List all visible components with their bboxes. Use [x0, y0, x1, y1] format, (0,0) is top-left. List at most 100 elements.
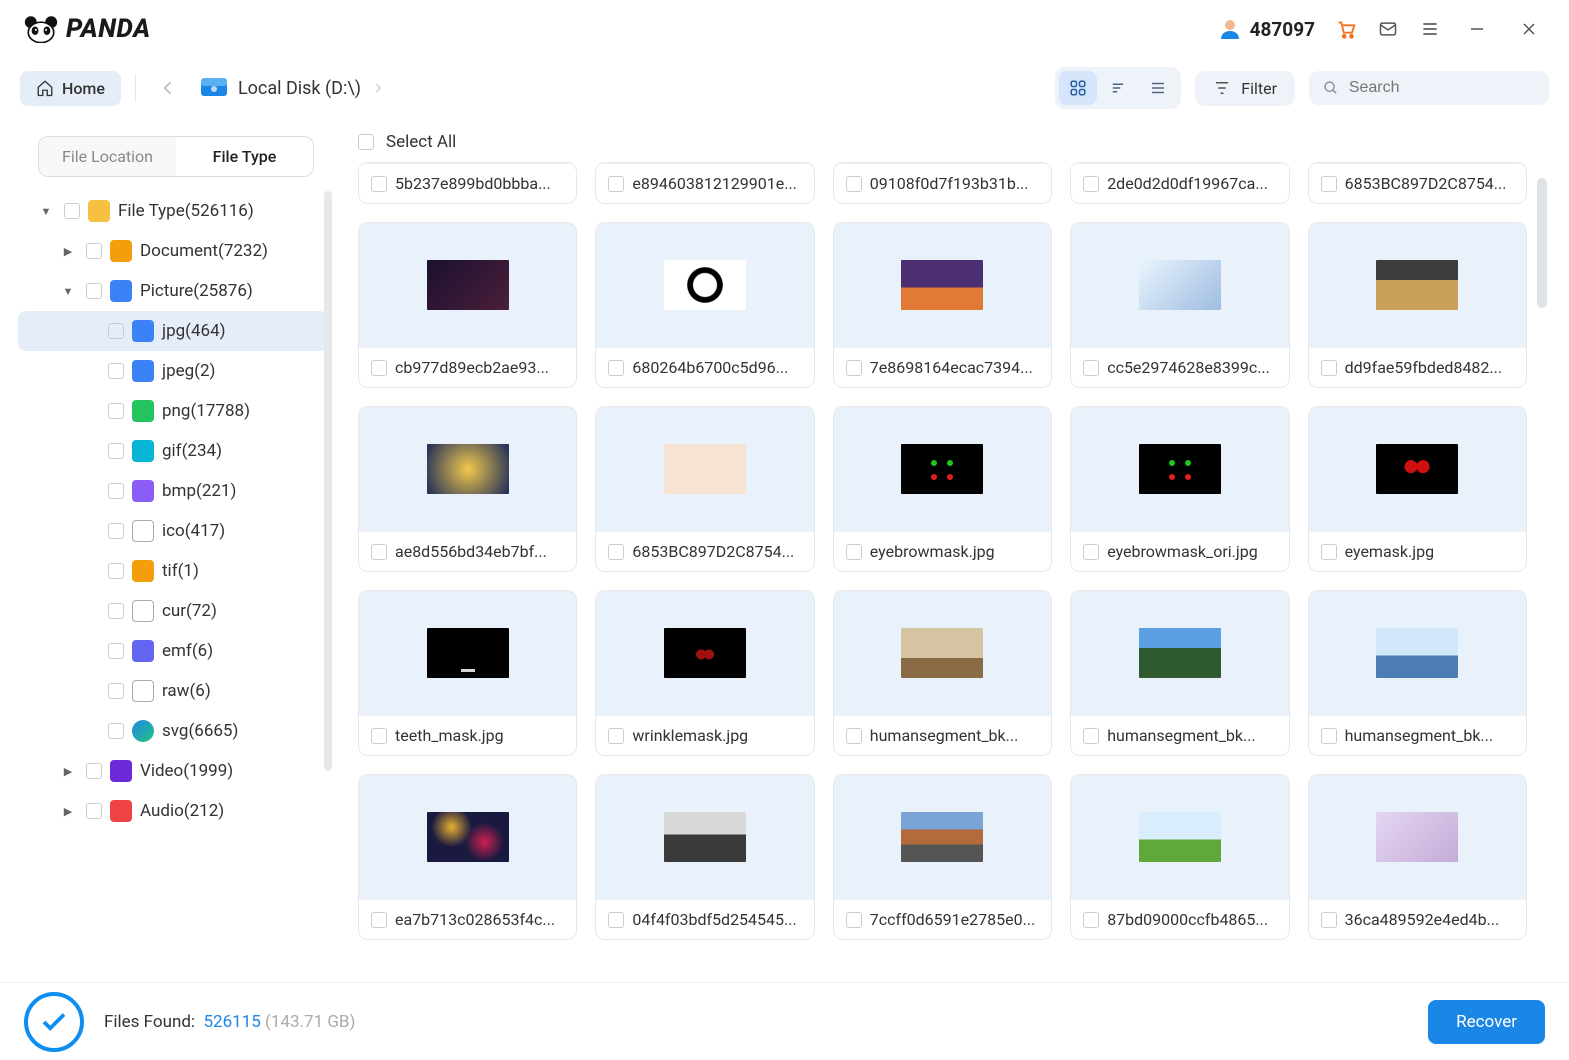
back-button[interactable] — [150, 70, 186, 106]
file-card[interactable]: ea7b713c028653f4c... — [358, 774, 577, 940]
tree-raw[interactable]: raw(6) — [18, 671, 328, 711]
file-checkbox[interactable] — [1083, 728, 1099, 744]
file-checkbox[interactable] — [846, 544, 862, 560]
file-card[interactable]: 680264b6700c5d96... — [595, 222, 814, 388]
tree-jpg[interactable]: jpg(464) — [18, 311, 328, 351]
checkbox[interactable] — [108, 563, 124, 579]
file-card[interactable]: cb977d89ecb2ae93... — [358, 222, 577, 388]
file-checkbox[interactable] — [608, 912, 624, 928]
close-button[interactable] — [1513, 13, 1545, 45]
file-card[interactable]: 6853BC897D2C8754... — [1308, 162, 1527, 204]
collapse-icon[interactable]: ▼ — [36, 205, 56, 218]
file-card[interactable]: dd9fae59fbded8482... — [1308, 222, 1527, 388]
user-badge[interactable]: 487097 — [1218, 17, 1315, 41]
file-card[interactable]: cc5e2974628e8399c... — [1070, 222, 1289, 388]
file-checkbox[interactable] — [371, 176, 387, 192]
checkbox[interactable] — [108, 403, 124, 419]
checkbox[interactable] — [108, 723, 124, 739]
view-grid-button[interactable] — [1059, 71, 1097, 105]
tree-document[interactable]: ▶ Document(7232) — [18, 231, 328, 271]
file-checkbox[interactable] — [371, 912, 387, 928]
file-checkbox[interactable] — [371, 728, 387, 744]
checkbox[interactable] — [108, 483, 124, 499]
home-button[interactable]: Home — [20, 71, 121, 106]
checkbox[interactable] — [64, 203, 80, 219]
file-checkbox[interactable] — [371, 360, 387, 376]
tree-video[interactable]: ▶ Video(1999) — [18, 751, 328, 791]
recover-button[interactable]: Recover — [1428, 1000, 1545, 1044]
checkbox[interactable] — [86, 803, 102, 819]
tree-jpeg[interactable]: jpeg(2) — [18, 351, 328, 391]
file-card[interactable]: humansegment_bk... — [1070, 590, 1289, 756]
sidebar-scrollbar[interactable] — [324, 191, 332, 771]
file-checkbox[interactable] — [1321, 728, 1337, 744]
tree-audio[interactable]: ▶ Audio(212) — [18, 791, 328, 831]
tab-file-location[interactable]: File Location — [39, 137, 176, 176]
minimize-button[interactable] — [1461, 13, 1493, 45]
collapse-icon[interactable]: ▼ — [58, 285, 78, 298]
cart-icon[interactable] — [1335, 18, 1357, 40]
file-card[interactable]: e894603812129901e... — [595, 162, 814, 204]
checkbox[interactable] — [86, 243, 102, 259]
file-checkbox[interactable] — [1083, 912, 1099, 928]
view-list-button[interactable] — [1139, 71, 1177, 105]
file-card[interactable]: 6853BC897D2C8754... — [595, 406, 814, 572]
file-checkbox[interactable] — [846, 728, 862, 744]
checkbox[interactable] — [108, 523, 124, 539]
menu-icon[interactable] — [1419, 18, 1441, 40]
file-checkbox[interactable] — [1083, 176, 1099, 192]
file-card[interactable]: 36ca489592e4ed4b... — [1308, 774, 1527, 940]
file-checkbox[interactable] — [1321, 912, 1337, 928]
tree-svg[interactable]: svg(6665) — [18, 711, 328, 751]
expand-icon[interactable]: ▶ — [58, 765, 78, 778]
checkbox[interactable] — [108, 683, 124, 699]
search-input[interactable] — [1349, 79, 1535, 97]
file-card[interactable]: eyemask.jpg — [1308, 406, 1527, 572]
file-checkbox[interactable] — [608, 176, 624, 192]
checkbox[interactable] — [108, 323, 124, 339]
main-scrollbar[interactable] — [1537, 178, 1547, 308]
file-card[interactable]: 87bd09000ccfb4865... — [1070, 774, 1289, 940]
file-card[interactable]: ae8d556bd34eb7bf... — [358, 406, 577, 572]
tree-cur[interactable]: cur(72) — [18, 591, 328, 631]
file-card[interactable]: 09108f0d7f193b31b... — [833, 162, 1052, 204]
tree-tif[interactable]: tif(1) — [18, 551, 328, 591]
mail-icon[interactable] — [1377, 18, 1399, 40]
file-card[interactable]: humansegment_bk... — [833, 590, 1052, 756]
file-card[interactable]: 04f4f03bdf5d254545... — [595, 774, 814, 940]
checkbox[interactable] — [86, 763, 102, 779]
select-all-checkbox[interactable] — [358, 134, 374, 150]
file-checkbox[interactable] — [1321, 544, 1337, 560]
file-card[interactable]: eyebrowmask.jpg — [833, 406, 1052, 572]
checkbox[interactable] — [108, 643, 124, 659]
file-checkbox[interactable] — [608, 728, 624, 744]
file-checkbox[interactable] — [1083, 544, 1099, 560]
checkbox[interactable] — [108, 363, 124, 379]
tree-ico[interactable]: ico(417) — [18, 511, 328, 551]
filter-button[interactable]: Filter — [1195, 71, 1295, 106]
checkbox[interactable] — [86, 283, 102, 299]
expand-icon[interactable]: ▶ — [58, 805, 78, 818]
tree-root[interactable]: ▼ File Type(526116) — [18, 191, 328, 231]
file-checkbox[interactable] — [846, 912, 862, 928]
file-card[interactable]: teeth_mask.jpg — [358, 590, 577, 756]
search-box[interactable] — [1309, 71, 1549, 105]
file-card[interactable]: wrinklemask.jpg — [595, 590, 814, 756]
file-card[interactable]: 7ccff0d6591e2785e0... — [833, 774, 1052, 940]
file-checkbox[interactable] — [1321, 360, 1337, 376]
tab-file-type[interactable]: File Type — [176, 137, 313, 176]
tree-emf[interactable]: emf(6) — [18, 631, 328, 671]
file-card[interactable]: humansegment_bk... — [1308, 590, 1527, 756]
expand-icon[interactable]: ▶ — [58, 245, 78, 258]
view-sort-button[interactable] — [1099, 71, 1137, 105]
tree-bmp[interactable]: bmp(221) — [18, 471, 328, 511]
file-checkbox[interactable] — [1321, 176, 1337, 192]
file-card[interactable]: 2de0d2d0df19967ca... — [1070, 162, 1289, 204]
file-checkbox[interactable] — [371, 544, 387, 560]
tree-picture[interactable]: ▼ Picture(25876) — [18, 271, 328, 311]
file-checkbox[interactable] — [846, 360, 862, 376]
tree-png[interactable]: png(17788) — [18, 391, 328, 431]
file-checkbox[interactable] — [608, 360, 624, 376]
tree-gif[interactable]: gif(234) — [18, 431, 328, 471]
file-card[interactable]: eyebrowmask_ori.jpg — [1070, 406, 1289, 572]
